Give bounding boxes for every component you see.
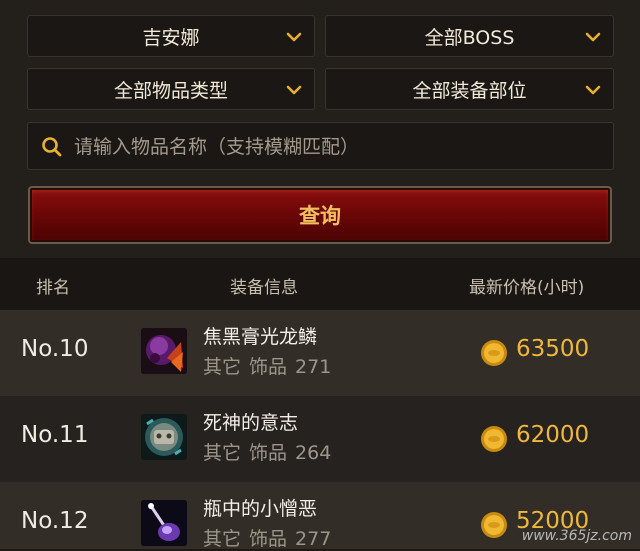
table-row[interactable]: No.10 焦黑膏光龙鳞 其它 饰品 271 63500 — [0, 310, 640, 396]
chevron-down-icon — [286, 32, 302, 42]
price-header: 最新价格(小时) — [469, 278, 585, 298]
item-meta: 其它 饰品 271 — [203, 352, 339, 379]
item-name[interactable]: 瓶中的小憎恶 — [203, 494, 317, 521]
item-category: 其它 — [203, 528, 242, 550]
item-level: 277 — [295, 528, 332, 550]
rank-value: No.12 — [21, 508, 89, 534]
server-select[interactable]: 吉安娜 — [27, 15, 315, 57]
item-category: 其它 — [203, 442, 242, 464]
chevron-down-icon — [585, 32, 601, 42]
item-subtype: 饰品 — [249, 356, 288, 378]
boss-select-label: 全部BOSS — [424, 26, 515, 49]
item-name[interactable]: 死神的意志 — [203, 408, 298, 435]
watermark: www.365jz.com — [521, 528, 632, 544]
item-level: 271 — [295, 356, 332, 378]
chevron-down-icon — [286, 85, 302, 95]
item-subtype: 饰品 — [249, 528, 288, 550]
will-of-death-icon — [141, 414, 187, 460]
price-value: 63500 — [516, 336, 590, 362]
gold-coin-icon — [481, 340, 507, 366]
rank-header: 排名 — [36, 278, 70, 298]
item-category: 其它 — [203, 356, 242, 378]
gold-coin-icon — [481, 426, 507, 452]
slot-select[interactable]: 全部装备部位 — [325, 68, 614, 110]
item-meta: 其它 饰品 264 — [203, 438, 339, 465]
filter-panel: 吉安娜 全部BOSS 全部物品类型 全部装备部位 查询 — [0, 0, 640, 258]
slot-select-label: 全部装备部位 — [412, 79, 527, 102]
chevron-down-icon — [585, 85, 601, 95]
server-select-label: 吉安娜 — [142, 26, 200, 49]
item-type-select-label: 全部物品类型 — [113, 79, 228, 102]
boss-select[interactable]: 全部BOSS — [325, 15, 614, 57]
item-subtype: 饰品 — [249, 442, 288, 464]
search-input[interactable] — [72, 131, 606, 163]
table-row[interactable]: No.11 死神的意志 其它 饰品 264 62000 — [0, 396, 640, 482]
item-name[interactable]: 焦黑膏光龙鳞 — [203, 322, 317, 349]
rank-value: No.11 — [21, 422, 89, 448]
item-type-select[interactable]: 全部物品类型 — [27, 68, 315, 110]
item-meta: 其它 饰品 277 — [203, 524, 339, 551]
search-box — [27, 122, 614, 170]
info-header: 装备信息 — [230, 278, 298, 298]
rank-value: No.10 — [21, 336, 89, 362]
table-header: 排名 装备信息 最新价格(小时) — [0, 258, 640, 310]
charred-dragon-scale-icon — [141, 328, 187, 374]
search-icon — [42, 137, 62, 157]
query-button[interactable]: 查询 — [28, 186, 612, 244]
price-value: 62000 — [516, 422, 590, 448]
gold-coin-icon — [481, 512, 507, 538]
item-level: 264 — [295, 442, 332, 464]
abomination-in-bottle-icon — [141, 500, 187, 546]
